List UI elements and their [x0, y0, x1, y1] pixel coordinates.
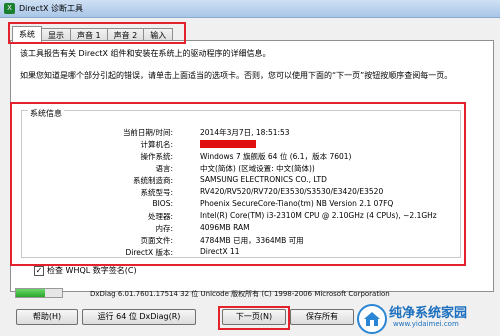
info-value: 2014年3月7日, 18:51:53	[200, 128, 290, 137]
progress-fill	[16, 289, 45, 297]
dxdiag-window: X DirectX 诊断工具 系统 显示 声音 1 声音 2 输入 该工具报告有…	[0, 0, 500, 336]
info-row-manufacturer: 系统制造商: SAMSUNG ELECTRONICS CO., LTD	[30, 175, 450, 186]
info-value: 中文(简体) (区域设置: 中文(简体))	[200, 164, 315, 173]
info-label: 当前日期/时间:	[122, 128, 173, 137]
intro-text-line-2: 如果您知道是哪个部分引起的错误，请单击上面适当的选项卡。否则，您可以使用下面的“…	[20, 71, 453, 80]
info-value: Phoenix SecureCore-Tiano(tm) NB Version …	[200, 199, 394, 208]
status-progress-bar	[15, 288, 63, 298]
info-row-model: 系统型号: RV420/RV520/RV720/E3530/S3530/E342…	[30, 187, 450, 198]
info-row-computer-name: 计算机名:	[30, 139, 450, 150]
info-row-memory: 内存: 4096MB RAM	[30, 223, 450, 234]
title-bar[interactable]: X DirectX 诊断工具	[0, 0, 500, 18]
intro-text-line-1: 该工具报告有关 DirectX 组件和安装在系统上的驱动程序的详细信息。	[20, 49, 271, 58]
tab-strip: 系统 显示 声音 1 声音 2 输入	[12, 26, 174, 42]
house-logo-icon	[357, 304, 387, 334]
info-value: 4784MB 已用，3364MB 可用	[200, 236, 304, 245]
info-row-directx-version: DirectX 版本: DirectX 11	[30, 247, 450, 258]
info-row-pagefile: 页面文件: 4784MB 已用，3364MB 可用	[30, 235, 450, 246]
watermark-site-name: 纯净系统家园	[389, 306, 468, 321]
info-value: Intel(R) Core(TM) i3-2310M CPU @ 2.10GHz…	[200, 211, 437, 220]
info-value: Windows 7 旗舰版 64 位 (6.1，版本 7601)	[200, 152, 352, 161]
info-label: 语言:	[155, 164, 173, 173]
system-info-title: 系统信息	[28, 108, 64, 119]
info-row-os: 操作系统: Windows 7 旗舰版 64 位 (6.1，版本 7601)	[30, 151, 450, 162]
info-value: DirectX 11	[200, 247, 240, 256]
info-label: 系统制造商:	[132, 176, 173, 185]
whql-check-row[interactable]: ✓ 检查 WHQL 数字签名(C)	[34, 265, 137, 276]
info-label: 系统型号:	[140, 188, 173, 197]
help-button[interactable]: 帮助(H)	[16, 309, 78, 325]
window-title: DirectX 诊断工具	[19, 4, 83, 13]
info-label: 页面文件:	[140, 236, 173, 245]
info-row-processor: 处理器: Intel(R) Core(TM) i3-2310M CPU @ 2.…	[30, 211, 450, 222]
directx-app-icon: X	[4, 3, 15, 14]
info-value: 4096MB RAM	[200, 223, 250, 232]
redacted-computer-name	[200, 140, 256, 148]
tab-system[interactable]: 系统	[12, 26, 42, 42]
info-row-bios: BIOS: Phoenix SecureCore-Tiano(tm) NB Ve…	[30, 199, 450, 210]
info-label: 计算机名:	[140, 140, 173, 149]
whql-checkbox[interactable]: ✓	[34, 265, 44, 276]
info-row-datetime: 当前日期/时间: 2014年3月7日, 18:51:53	[30, 127, 450, 138]
run-64bit-dxdiag-button[interactable]: 运行 64 位 DxDiag(R)	[82, 309, 196, 325]
whql-checkbox-label: 检查 WHQL 数字签名(C)	[47, 266, 137, 275]
info-value: RV420/RV520/RV720/E3530/S3530/E3420/E352…	[200, 187, 384, 196]
save-all-button[interactable]: 保存所有	[290, 309, 354, 325]
info-row-language: 语言: 中文(简体) (区域设置: 中文(简体))	[30, 163, 450, 174]
next-page-button[interactable]: 下一页(N)	[222, 309, 286, 325]
info-label: 内存:	[155, 224, 173, 233]
watermark-logo: 纯净系统家园 www.yidaimei.com	[355, 300, 495, 336]
info-label: DirectX 版本:	[125, 248, 173, 257]
info-label: 操作系统:	[140, 152, 173, 161]
version-copyright-text: DxDiag 6.01.7601.17514 32 位 Unicode 版权所有…	[90, 290, 390, 298]
info-label: 处理器:	[147, 212, 173, 221]
info-value: SAMSUNG ELECTRONICS CO., LTD	[200, 175, 327, 184]
info-label: BIOS:	[152, 199, 173, 208]
watermark-site-url: www.yidaimei.com	[393, 320, 459, 328]
